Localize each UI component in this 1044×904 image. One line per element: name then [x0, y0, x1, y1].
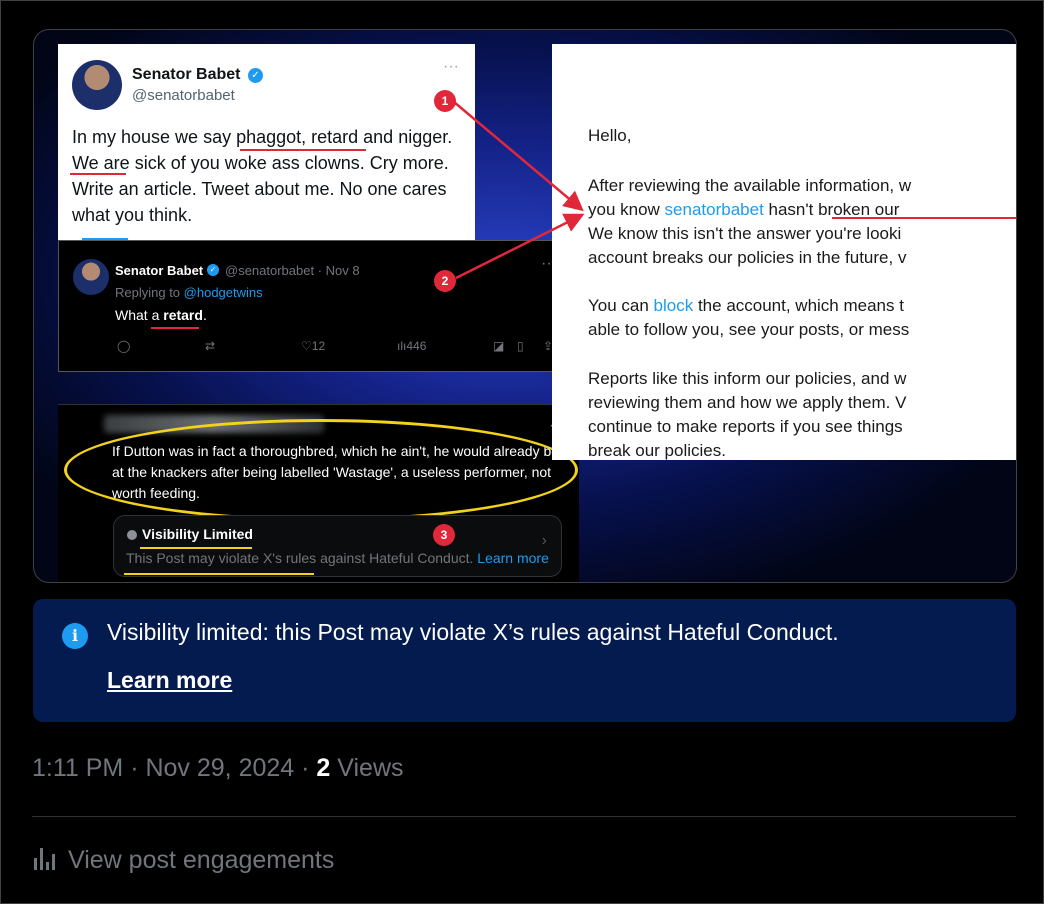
info-icon: i — [62, 623, 88, 649]
like-icon: ♡ 12 — [301, 339, 326, 353]
yellow-underline — [124, 573, 314, 575]
tweet-text: In my house we say phaggot, retard and n… — [72, 127, 453, 225]
grok-icon: ◪ — [493, 339, 505, 353]
reply-icon: ◯ — [117, 339, 131, 353]
annotation-marker-3: 3 — [433, 524, 455, 546]
verified-badge-icon: ✓ — [248, 68, 263, 83]
bookmark-icon: ▯ — [517, 339, 524, 353]
learn-more-link[interactable]: Learn more — [107, 667, 232, 694]
annotation-marker-1: 1 — [434, 90, 456, 112]
chevron-right-icon: › — [541, 532, 547, 549]
avatar — [72, 60, 122, 110]
avatar — [73, 259, 109, 295]
verified-badge-icon: ✓ — [207, 264, 219, 276]
annotation-marker-2: 2 — [434, 270, 456, 292]
author-name: Senator Babet — [115, 263, 204, 278]
visibility-notice: Visibility Limited This Post may violate… — [113, 515, 562, 577]
yellow-highlight-ellipse — [64, 419, 578, 521]
notice-text: This Post may violate X's rules against … — [126, 550, 549, 566]
embedded-tweet-3: ··· If Dutton was in fact a thoroughbred… — [58, 404, 579, 582]
analytics-icon — [34, 848, 58, 870]
red-underline — [832, 217, 1016, 219]
divider — [32, 816, 1016, 817]
visibility-message: Visibility limited: this Post may violat… — [107, 619, 839, 645]
visibility-limited-banner: i Visibility limited: this Post may viol… — [33, 599, 1016, 722]
author-handle: @senatorbabet — [132, 87, 235, 104]
red-underline — [240, 149, 366, 151]
red-underline — [70, 173, 126, 175]
email-paragraph-3: Reports like this inform our policies, a… — [588, 369, 907, 460]
author-meta: @senatorbabet · Nov 8 — [225, 263, 360, 278]
retweet-icon: ⇄ — [205, 339, 216, 353]
post-timestamp[interactable]: 1:11 PM · Nov 29, 2024 · 2 Views — [32, 754, 404, 783]
email-paragraph-2: You can block the account, which means t… — [588, 296, 910, 339]
replying-to: Replying to @hodgetwins — [115, 285, 263, 300]
views-icon: ılı 446 — [397, 339, 427, 353]
more-icon: ··· — [443, 58, 459, 75]
yellow-underline — [140, 547, 252, 549]
report-response-email: Hello, After reviewing the available inf… — [552, 44, 1016, 460]
view-engagements-button[interactable]: View post engagements — [34, 846, 334, 875]
embedded-tweet-2: Senator Babet ✓ @senatorbabet · Nov 8 ··… — [58, 240, 576, 372]
email-greeting: Hello, — [588, 126, 632, 145]
notice-title: Visibility Limited — [142, 526, 253, 542]
author-name: Senator Babet — [132, 66, 241, 83]
info-icon — [127, 530, 137, 540]
post-media-image[interactable]: Senator Babet ✓ @senatorbabet ··· In my … — [33, 29, 1017, 583]
tweet-text: What a retard. — [115, 307, 207, 323]
email-paragraph-1: After reviewing the available informatio… — [588, 176, 912, 267]
embedded-tweet-1: Senator Babet ✓ @senatorbabet ··· In my … — [58, 44, 475, 242]
red-underline — [151, 327, 199, 329]
